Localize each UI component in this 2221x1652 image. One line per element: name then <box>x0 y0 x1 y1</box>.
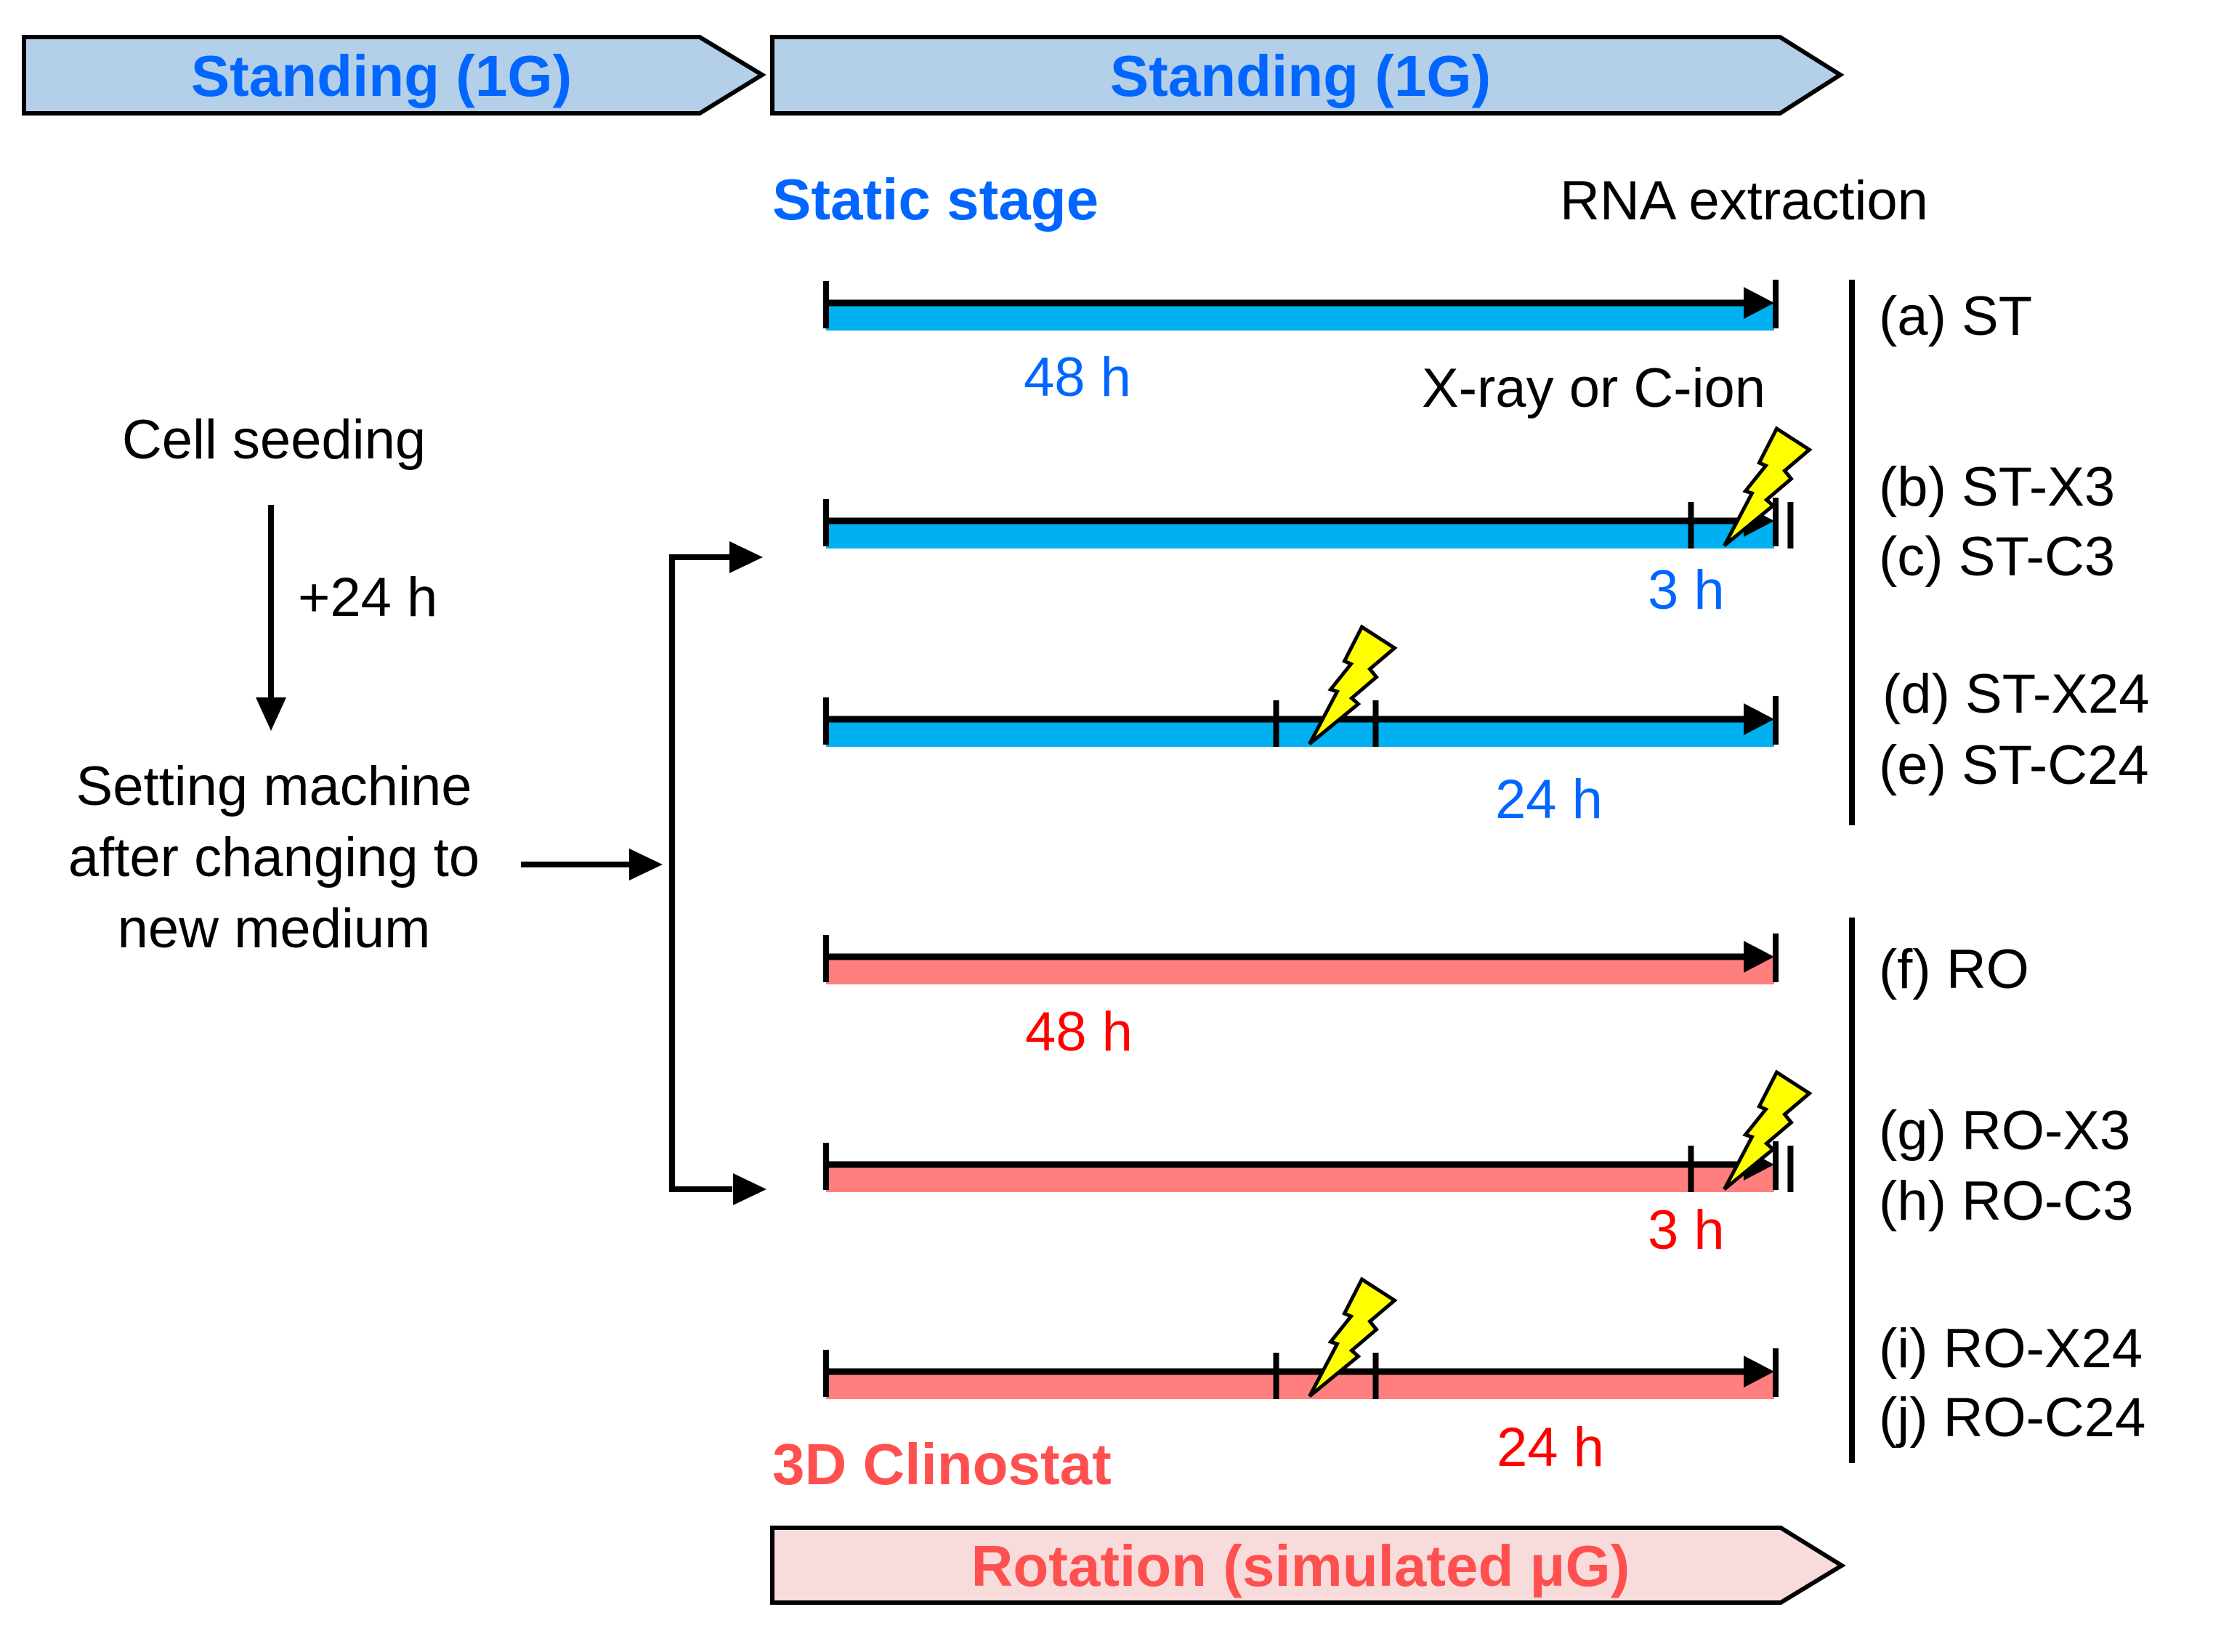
rna-extraction-heading: RNA extraction <box>1560 170 1928 232</box>
to-split-arrow <box>521 849 663 880</box>
split-bracket <box>669 541 766 1205</box>
experiment-timeline-diagram: Standing (1G) Standing (1G) Static stage… <box>22 35 2149 1605</box>
group-label-g: (g) RO-X3 <box>1879 1100 2130 1162</box>
group-label-h: (h) RO-C3 <box>1879 1170 2133 1232</box>
static-stage-heading: Static stage <box>772 167 1099 232</box>
split-arrow-bottom-head-icon <box>733 1173 766 1205</box>
duration-label: 48 h <box>1024 347 1131 408</box>
duration-label: 3 h <box>1648 559 1725 621</box>
rotation-banner-label: Rotation (simulated μG) <box>971 1534 1630 1598</box>
timeline-rows: 48 h 3 h 24 h 48 h 3 h 24 h <box>823 280 1813 1478</box>
pre-standing-banner: Standing (1G) <box>22 35 766 116</box>
irradiation-label: X-ray or C-ion <box>1422 357 1765 419</box>
interval-label: +24 h <box>298 567 437 628</box>
rotation-banner: Rotation (simulated μG) <box>770 1526 1846 1605</box>
split-arrow-top-head-icon <box>729 541 763 573</box>
standing-banner: Standing (1G) <box>770 35 1845 116</box>
group-label-b: (b) ST-X3 <box>1879 456 2115 518</box>
timeline-band <box>826 1165 1774 1192</box>
timeline-band <box>826 521 1774 548</box>
duration-label: 24 h <box>1495 769 1603 830</box>
timeline-row: 3 h <box>823 426 1813 621</box>
cell-seeding-label: Cell seeding <box>122 409 426 471</box>
timeline-row: 3 h <box>823 1069 1813 1261</box>
timeline-row: 24 h <box>823 624 1779 830</box>
down-arrow-head-icon <box>256 697 286 731</box>
group-label-j: (j) RO-C24 <box>1879 1387 2145 1449</box>
clinostat-heading: 3D Clinostat <box>772 1432 1112 1497</box>
to-split-arrow-head-icon <box>629 849 663 880</box>
setting-machine-line-3: new medium <box>118 898 431 960</box>
timeline-band <box>826 719 1774 747</box>
group-label-c: (c) ST-C3 <box>1879 526 2115 588</box>
timeline-band <box>826 957 1774 984</box>
down-arrow <box>256 505 286 731</box>
group-label-a: (a) ST <box>1879 286 2032 347</box>
setting-machine-line-2: after changing to <box>68 827 480 888</box>
duration-label: 3 h <box>1648 1199 1725 1261</box>
timeline-band <box>826 1372 1774 1399</box>
group-label-e: (e) ST-C24 <box>1879 734 2149 796</box>
standing-banner-label: Standing (1G) <box>1110 44 1491 108</box>
group-label-f: (f) RO <box>1879 939 2029 1000</box>
pre-standing-banner-label: Standing (1G) <box>191 44 572 108</box>
duration-label: 48 h <box>1025 1001 1133 1063</box>
duration-label: 24 h <box>1497 1417 1604 1478</box>
timeline-band <box>826 303 1774 331</box>
timeline-row: 48 h <box>823 934 1779 1063</box>
group-label-i: (i) RO-X24 <box>1879 1318 2143 1380</box>
setting-machine-line-1: Setting machine <box>76 756 472 817</box>
group-label-d: (d) ST-X24 <box>1882 663 2149 725</box>
